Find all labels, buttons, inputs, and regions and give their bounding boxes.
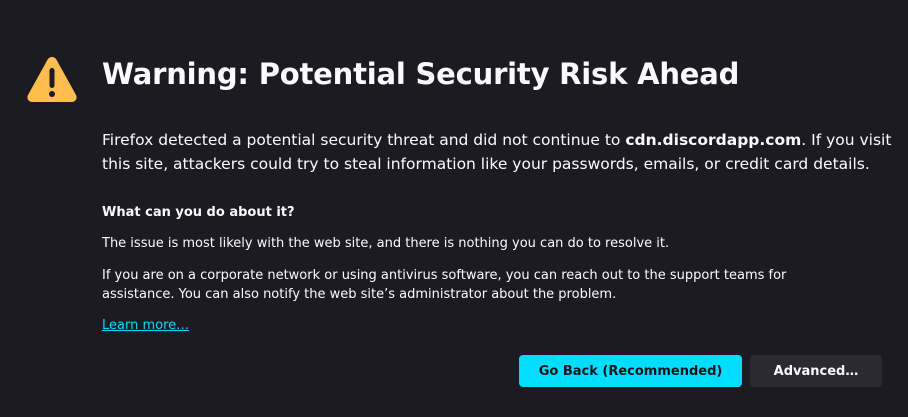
page-title: Warning: Potential Security Risk Ahead (102, 57, 740, 91)
error-page: { "page": { "title": "Warning: Potential… (0, 0, 908, 417)
warning-icon (27, 57, 77, 102)
issue-explanation: The issue is most likely with the web si… (102, 236, 670, 251)
intro-text: Firefox detected a potential security th… (102, 128, 892, 176)
advanced-button[interactable]: Advanced… (750, 355, 882, 387)
corporate-network-advice: If you are on a corporate network or usi… (102, 268, 787, 302)
learn-more-link[interactable]: Learn more… (102, 316, 189, 335)
go-back-button[interactable]: Go Back (Recommended) (519, 355, 742, 387)
intro-text-start: Firefox detected a potential security th… (102, 131, 626, 149)
what-can-you-do-heading: What can you do about it? (102, 205, 295, 220)
site-hostname: cdn.discordapp.com (625, 131, 802, 149)
